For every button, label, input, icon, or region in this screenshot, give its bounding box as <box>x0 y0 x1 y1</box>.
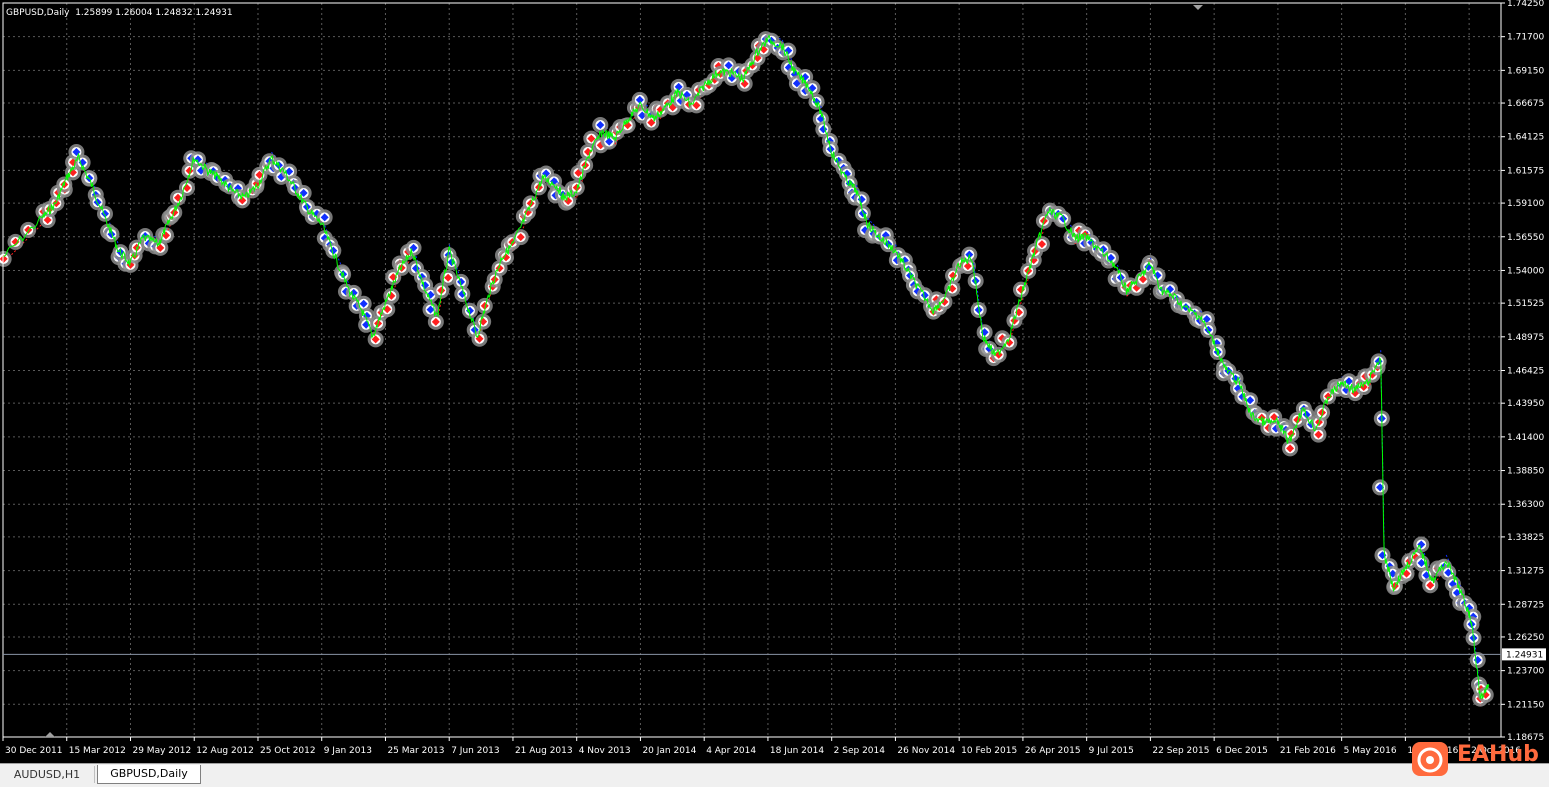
date-tick-label: 7 Jun 2013 <box>451 746 499 756</box>
date-tick-label: 10 Feb 2015 <box>961 746 1017 756</box>
eahub-logo-icon <box>1412 742 1448 776</box>
date-tick-label: 20 Jan 2014 <box>642 746 696 756</box>
price-tick-label: 1.38850 <box>1507 467 1544 477</box>
chart-window[interactable]: 1.74250 1.71700 1.69150 1.66675 1.64125 1.615… <box>0 0 1549 763</box>
price-series <box>2 34 1490 700</box>
price-tick-label: 1.48975 <box>1507 333 1544 343</box>
price-series-line <box>2 34 1490 700</box>
eahub-watermark: EAHub <box>1410 738 1545 780</box>
chart-grid <box>3 3 1501 737</box>
date-tick-label: 12 Aug 2012 <box>196 746 254 756</box>
date-tick-label: 9 Jul 2015 <box>1089 746 1134 756</box>
date-tick-label: 2 Sep 2014 <box>834 746 886 756</box>
date-tick-label: 26 Nov 2014 <box>897 746 955 756</box>
tab-gbpusd-daily[interactable]: GBPUSD,Daily <box>97 765 201 784</box>
price-tick-label: 1.69150 <box>1507 66 1544 76</box>
date-tick-label: 9 Jan 2013 <box>324 746 372 756</box>
chart-frame <box>2 2 1502 738</box>
date-tick-label: 5 May 2016 <box>1344 746 1397 756</box>
shift-marker-top <box>1193 5 1203 10</box>
date-tick-label: 30 Dec 2011 <box>5 746 63 756</box>
trend-connector <box>971 251 984 331</box>
date-tick-label: 6 Dec 2015 <box>1216 746 1268 756</box>
price-tick-label: 1.71700 <box>1507 33 1544 43</box>
price-tick-label: 1.51525 <box>1507 299 1544 309</box>
date-tick-label: 22 Sep 2015 <box>1152 746 1209 756</box>
watermark-text: EAHub <box>1457 742 1539 767</box>
price-tick-label: 1.74250 <box>1507 0 1544 9</box>
ohlc-values: 1.25899 1.26004 1.24832 1.24931 <box>75 8 233 18</box>
price-tick-label: 1.64125 <box>1507 133 1544 143</box>
date-tick-label: 15 Mar 2012 <box>69 746 126 756</box>
current-price-label: 1.24931 <box>1506 650 1543 660</box>
date-tick-label: 21 Aug 2013 <box>515 746 573 756</box>
date-tick-label: 4 Nov 2013 <box>579 746 631 756</box>
symbol-period: GBPUSD,Daily <box>6 8 70 18</box>
price-tick-label: 1.33825 <box>1507 533 1544 543</box>
price-tick-label: 1.28725 <box>1507 600 1544 610</box>
date-tick-label: 26 Apr 2015 <box>1025 746 1081 756</box>
price-tick-label: 1.46425 <box>1507 366 1544 376</box>
price-tick-label: 1.61575 <box>1507 166 1544 176</box>
date-tick-label: 21 Feb 2016 <box>1280 746 1336 756</box>
price-tick-label: 1.59100 <box>1507 199 1544 209</box>
axes: 1.74250 1.71700 1.69150 1.66675 1.64125 1.615… <box>2 0 1546 756</box>
price-tick-label: 1.54000 <box>1507 266 1544 276</box>
chart-tab-bar: AUDUSD,H1 GBPUSD,Daily <box>0 763 1549 787</box>
price-tick-label: 1.21150 <box>1507 700 1544 710</box>
price-tick-label: 1.56550 <box>1507 233 1544 243</box>
price-tick-label: 1.31275 <box>1507 567 1544 577</box>
date-tick-label: 25 Oct 2012 <box>260 746 316 756</box>
tab-audusd-h1[interactable]: AUDUSD,H1 <box>0 766 95 783</box>
price-tick-label: 1.23700 <box>1507 667 1544 677</box>
price-tick-label: 1.66675 <box>1507 99 1544 109</box>
price-tick-label: 1.41400 <box>1507 433 1544 443</box>
price-tick-label: 1.26250 <box>1507 633 1544 643</box>
shift-marker-bottom <box>45 732 55 737</box>
date-tick-label: 4 Apr 2014 <box>706 746 756 756</box>
date-tick-label: 18 Jun 2014 <box>770 746 824 756</box>
price-tick-label: 1.36300 <box>1507 500 1544 510</box>
price-tick-label: 1.43950 <box>1507 399 1544 409</box>
date-tick-label: 25 Mar 2013 <box>387 746 444 756</box>
trade-markers <box>0 31 1494 707</box>
price-chart[interactable]: 1.74250 1.71700 1.69150 1.66675 1.64125 1.615… <box>0 0 1549 763</box>
chart-info-line: GBPUSD,Daily 1.25899 1.26004 1.24832 1.2… <box>6 8 233 18</box>
date-tick-label: 29 May 2012 <box>132 746 191 756</box>
